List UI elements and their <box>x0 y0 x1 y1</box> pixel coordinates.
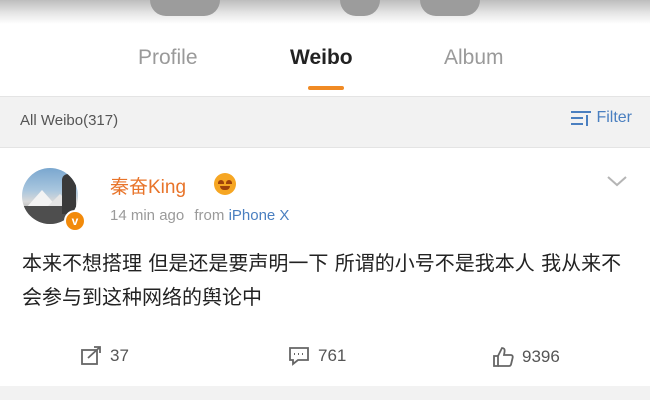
verified-badge-icon: v <box>64 210 86 232</box>
comment-icon <box>289 347 309 366</box>
comment-button[interactable]: 761 <box>288 346 346 366</box>
post-actions: 37 761 9396 <box>0 334 650 382</box>
active-tab-indicator <box>308 86 344 90</box>
cover-shape <box>340 0 380 16</box>
username[interactable]: 秦奋King <box>110 172 186 199</box>
post-divider <box>0 386 650 400</box>
emoji-eye <box>226 180 232 184</box>
post-time: 14 min ago <box>110 207 185 224</box>
like-button[interactable]: 9396 <box>492 346 560 368</box>
post-content: 本来不想搭理 但是还是要声明一下 所谓的小号不是我本人 我从来不会参与到这种网络… <box>22 251 622 309</box>
post-source[interactable]: iPhone X <box>229 207 290 224</box>
filter-label: Filter <box>596 109 632 126</box>
profile-cover-edge <box>0 0 650 24</box>
avatar-figure <box>62 174 76 214</box>
weibo-post: v 秦奋King 14 min ago from iPhone X 本来不想搭理… <box>0 148 650 400</box>
repost-icon <box>81 346 101 365</box>
cover-shape <box>420 0 480 16</box>
tab-weibo[interactable]: Weibo <box>290 46 353 70</box>
emoji-mouth <box>220 186 230 190</box>
cover-shape <box>150 0 220 16</box>
like-count: 9396 <box>522 347 560 366</box>
tab-album[interactable]: Album <box>444 46 504 70</box>
from-prefix: from <box>194 207 225 224</box>
member-emoji-icon <box>214 173 236 195</box>
repost-count: 37 <box>110 346 129 365</box>
filter-button[interactable]: Filter <box>570 109 632 127</box>
filter-icon <box>571 111 592 126</box>
comment-count: 761 <box>318 346 347 365</box>
weibo-count-label[interactable]: All Weibo(317) <box>20 112 118 129</box>
repost-button[interactable]: 37 <box>80 346 129 366</box>
filter-bar: All Weibo(317) Filter <box>0 96 650 148</box>
profile-tabs: Profile Weibo Album <box>0 24 650 96</box>
post-meta: 14 min ago from iPhone X <box>110 207 289 224</box>
emoji-eye <box>218 180 224 184</box>
tab-profile[interactable]: Profile <box>138 46 198 70</box>
thumbs-up-icon <box>493 347 514 367</box>
chevron-down-icon[interactable] <box>606 174 628 188</box>
